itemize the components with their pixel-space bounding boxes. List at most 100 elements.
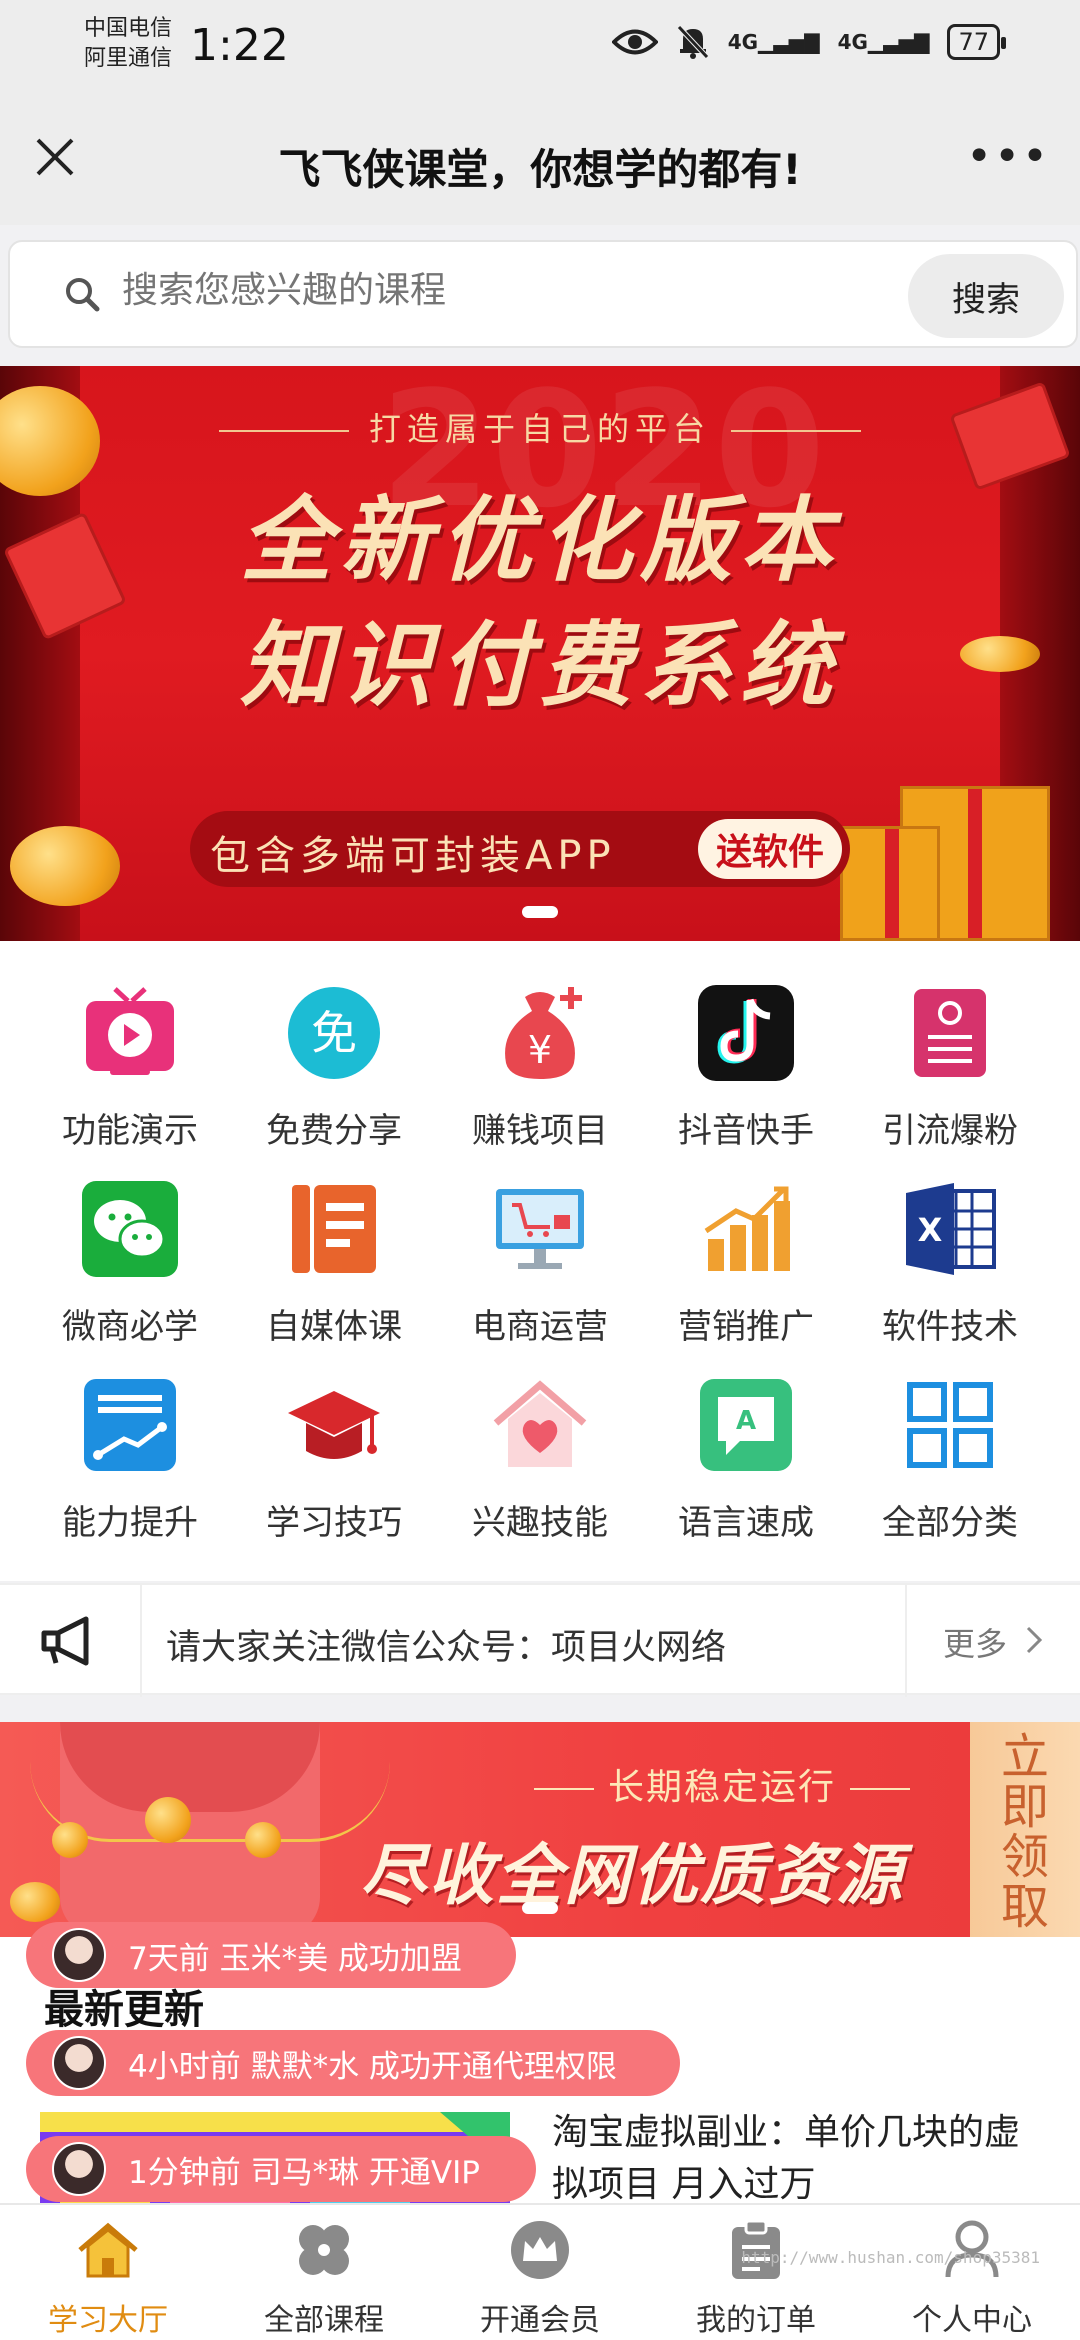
bar-chart-icon — [696, 1179, 796, 1279]
promo-headline: 尽收全网优质资源 — [360, 1837, 904, 1914]
category-item[interactable]: 全部分类 — [842, 1375, 1058, 1544]
carrier-2: 阿里通信 — [84, 46, 173, 71]
avatar — [52, 2036, 106, 2090]
banner-headline-2: 知识付费系统 — [239, 612, 840, 719]
document-icon — [284, 1179, 384, 1279]
category-label: 微商必学 — [62, 1307, 198, 1347]
banner-headline-1: 全新优化版本 — [239, 487, 840, 594]
notice-more-label: 更多 — [943, 1625, 1008, 1663]
bottom-tab-bar: 学习大厅 全部课程 开通会员 我的订单 个人中心 — [0, 2203, 1080, 2340]
category-label: 全部分类 — [882, 1503, 1018, 1543]
join-toast: 7天前 玉米*美 成功加盟 — [26, 1922, 516, 1988]
hero-banner[interactable]: 2020 打造属于自己的平台 全新优化版本 知识付费系统 包含多端可封装APP … — [0, 366, 1080, 941]
clover-icon — [289, 2215, 359, 2285]
category-label: 能力提升 — [62, 1503, 198, 1543]
search-icon — [66, 278, 100, 312]
carrier-info: 中国电信 阿里通信 — [84, 14, 172, 74]
crown-icon — [505, 2215, 575, 2285]
category-item[interactable]: 自媒体课 — [226, 1179, 442, 1348]
notice-more-button[interactable]: 更多 — [905, 1585, 1080, 1697]
monitor-cart-icon — [490, 1179, 590, 1279]
category-label: 学习技巧 — [266, 1503, 402, 1543]
category-item[interactable]: 电商运营 — [432, 1179, 648, 1348]
banner-pill-text: 包含多端可封装APP — [210, 833, 616, 879]
promo-banner[interactable]: 长期稳定运行 尽收全网优质资源 立即领取 — [0, 1722, 1080, 1937]
tab-all-courses[interactable]: 全部课程 — [216, 2205, 432, 2340]
graduation-cap-icon — [284, 1375, 384, 1475]
toast-text: 7天前 玉米*美 成功加盟 — [128, 1940, 462, 1977]
promo-claim-button[interactable]: 立即领取 — [970, 1722, 1080, 1937]
wechat-icon — [80, 1179, 180, 1279]
category-item[interactable]: 学习技巧 — [226, 1375, 442, 1544]
signal-2-label: 4G — [837, 30, 868, 54]
mute-bell-icon — [676, 25, 709, 59]
category-item[interactable]: 抖音快手 — [638, 983, 854, 1152]
category-label: 自媒体课 — [266, 1307, 402, 1347]
signal-1-icon: 4G▁▃▅▇ — [727, 30, 820, 54]
svg-text:X: X — [918, 1211, 943, 1249]
carousel-indicator — [522, 1902, 558, 1914]
banner-tagline: 打造属于自己的平台 — [0, 404, 1080, 450]
promo-claim-label: 立即领取 — [1000, 1729, 1049, 1935]
tab-membership[interactable]: 开通会员 — [432, 2205, 648, 2340]
join-toast: 1分钟前 司马*琳 开通VIP — [26, 2136, 536, 2202]
coin-decoration — [245, 1822, 281, 1858]
category-item[interactable]: 兴趣技能 — [432, 1375, 648, 1544]
signal-2-icon: 4G▁▃▅▇ — [837, 30, 930, 54]
notice-bar: 请大家关注微信公众号：项目火网络 更多 — [0, 1583, 1080, 1697]
category-label: 兴趣技能 — [472, 1503, 608, 1543]
category-item[interactable]: ¥ 赚钱项目 — [432, 983, 648, 1152]
excel-icon: X — [900, 1179, 1000, 1279]
heart-house-icon — [490, 1375, 590, 1475]
category-label: 软件技术 — [882, 1307, 1018, 1347]
toast-text: 1分钟前 司马*琳 开通VIP — [128, 2154, 480, 2191]
speech-bubble-icon: A — [696, 1375, 796, 1475]
category-item[interactable]: A 语言速成 — [638, 1375, 854, 1544]
chevron-right-icon — [1026, 1626, 1043, 1654]
category-label: 电商运营 — [472, 1307, 608, 1347]
search-button[interactable]: 搜索 — [908, 254, 1064, 338]
tab-my-orders[interactable]: 我的订单 — [648, 2205, 864, 2340]
category-item[interactable]: 免 免费分享 — [226, 983, 442, 1152]
notice-text[interactable]: 请大家关注微信公众号：项目火网络 — [166, 1619, 726, 1670]
category-item[interactable]: 功能演示 — [22, 983, 238, 1152]
search-area: 搜索 — [0, 225, 1080, 360]
category-item[interactable]: 引流爆粉 — [842, 983, 1058, 1152]
tab-label: 学习大厅 — [48, 2303, 168, 2338]
growth-chart-icon — [80, 1375, 180, 1475]
banner-pill: 包含多端可封装APP 送软件 — [190, 811, 850, 887]
gift-box-decoration — [840, 826, 940, 941]
coin-decoration — [52, 1822, 88, 1858]
category-label: 营销推广 — [678, 1307, 814, 1347]
clock: 1:22 — [190, 20, 289, 71]
svg-text:¥: ¥ — [528, 1028, 552, 1072]
status-bar: 中国电信 阿里通信 1:22 4G▁▃▅▇ 4G▁▃▅▇ 77 — [0, 0, 1080, 100]
category-label: 语言速成 — [678, 1503, 814, 1543]
banner-pill-badge: 送软件 — [697, 819, 842, 879]
battery-icon: 77 — [947, 24, 1006, 60]
category-item[interactable]: 微商必学 — [22, 1179, 238, 1348]
category-item[interactable]: X 软件技术 — [842, 1179, 1058, 1348]
refresh-list-icon — [900, 983, 1000, 1083]
tab-profile[interactable]: 个人中心 — [864, 2205, 1080, 2340]
category-item[interactable]: 能力提升 — [22, 1375, 238, 1544]
category-label: 免费分享 — [266, 1111, 402, 1151]
tab-label: 我的订单 — [696, 2303, 816, 2338]
category-item[interactable]: 营销推广 — [638, 1179, 854, 1348]
coin-decoration — [10, 826, 120, 906]
search-input[interactable] — [122, 270, 772, 311]
carrier-1: 中国电信 — [84, 16, 173, 41]
tab-label: 全部课程 — [264, 2303, 384, 2338]
category-label: 功能演示 — [62, 1111, 198, 1151]
watermark-text: http://www.hushan.com/shop35381 — [741, 2248, 1040, 2267]
tiktok-icon — [696, 983, 796, 1083]
tab-study-hall[interactable]: 学习大厅 — [0, 2205, 216, 2340]
svg-text:免: 免 — [311, 1006, 357, 1060]
signal-1-label: 4G — [727, 30, 759, 54]
more-options-button[interactable]: ••• — [966, 135, 1050, 179]
avatar — [52, 1928, 106, 1982]
coin-decoration — [10, 1882, 60, 1922]
toast-text: 4小时前 默默*水 成功开通代理权限 — [128, 2048, 617, 2085]
category-label: 抖音快手 — [678, 1111, 814, 1151]
course-title[interactable]: 淘宝虚拟副业：单价几块的虚拟项目 月入过万 — [552, 2107, 1052, 2207]
